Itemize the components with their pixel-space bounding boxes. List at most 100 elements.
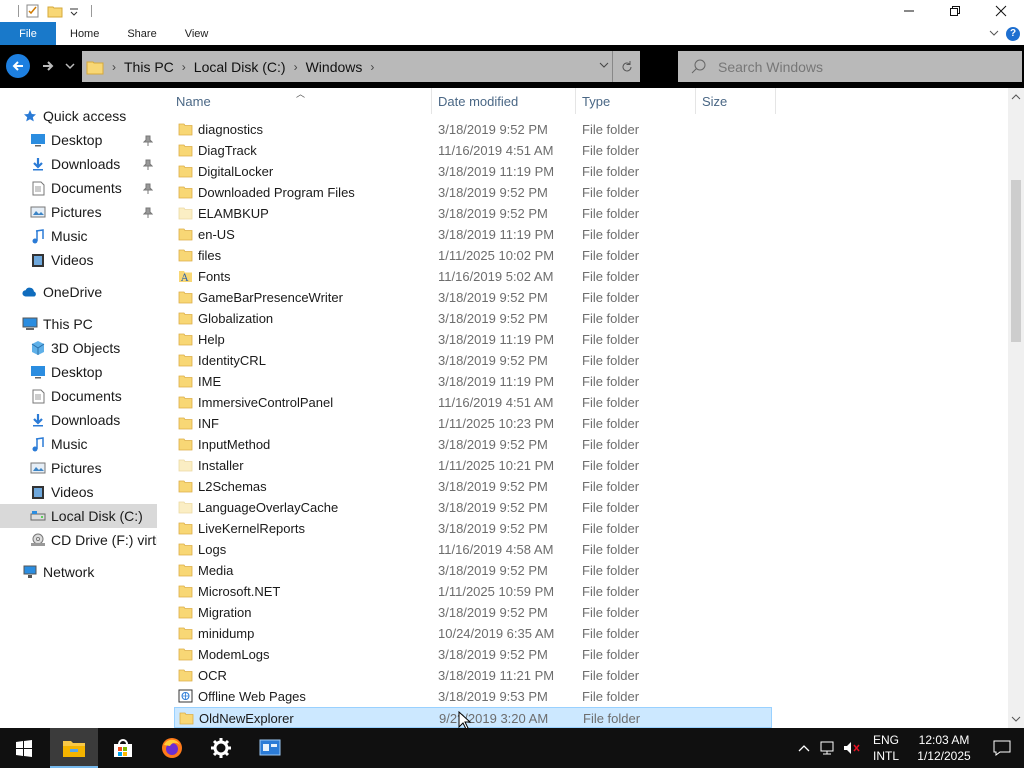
nav-item-pictures[interactable]: Pictures [0,456,157,480]
clock[interactable]: 12:03 AM 1/12/2025 [908,732,980,764]
file-row[interactable]: LiveKernelReports 3/18/2019 9:52 PM File f… [174,518,772,539]
properties-icon[interactable] [25,3,41,19]
taskbar: ENG INTL 12:03 AM 1/12/2025 [0,728,1024,768]
nav-item-music[interactable]: Music [0,224,157,248]
search-input[interactable]: Search Windows [718,59,823,75]
firefox-icon [162,738,182,758]
file-row[interactable]: files 1/11/2025 10:02 PM File folder [174,245,772,266]
file-row[interactable]: LanguageOverlayCache 3/18/2019 9:52 PM Fil… [174,497,772,518]
nav-item-downloads[interactable]: Downloads [0,152,157,176]
action-center-button[interactable] [980,728,1024,768]
tab-home[interactable]: Home [56,22,113,45]
tab-file[interactable]: File [0,22,56,45]
file-row[interactable]: Media 3/18/2019 9:52 PM File folder [174,560,772,581]
file-row[interactable]: Logs 11/16/2019 4:58 AM File folder [174,539,772,560]
file-row[interactable]: ModemLogs 3/18/2019 9:52 PM File folder [174,644,772,665]
start-button[interactable] [0,728,48,768]
file-row[interactable]: L2Schemas 3/18/2019 9:52 PM File folder [174,476,772,497]
taskbar-firefox[interactable] [148,728,196,768]
breadcrumb-this-pc[interactable]: This PC [124,59,174,75]
help-button[interactable]: ? [1006,26,1020,41]
scroll-thumb[interactable] [1011,180,1021,342]
windows-logo-icon [16,740,32,757]
file-row[interactable]: Offline Web Pages 3/18/2019 9:53 PM File f… [174,686,772,707]
file-row[interactable]: DigitalLocker 3/18/2019 11:19 PM File fold… [174,161,772,182]
file-row[interactable]: Help 3/18/2019 11:19 PM File folder [174,329,772,350]
navigation-pane[interactable]: Quick access Desktop Downloads Documents Pic… [0,88,170,728]
breadcrumb-local-disk[interactable]: Local Disk (C:) [194,59,286,75]
column-header-name[interactable]: Name [170,88,432,114]
nav-item-local-disk-c[interactable]: Local Disk (C:) [0,504,157,528]
tab-view[interactable]: View [171,22,223,45]
network-status-button[interactable] [816,728,840,768]
restore-button[interactable] [932,0,978,22]
breadcrumb-windows[interactable]: Windows [306,59,363,75]
store-icon [114,739,132,757]
recent-locations-button[interactable] [62,54,78,78]
language-indicator[interactable]: ENG INTL [868,732,904,764]
file-row[interactable]: Migration 3/18/2019 9:52 PM File folder [174,602,772,623]
expand-ribbon-button[interactable] [988,26,1000,41]
refresh-button[interactable] [612,51,640,82]
toolbar-divider [91,5,92,17]
nav-item-desktop[interactable]: Desktop [0,360,157,384]
title-bar [0,0,1024,22]
nav-item-this-pc[interactable]: This PC [0,312,157,336]
nav-item-onedrive[interactable]: OneDrive [0,280,157,304]
column-header-date-modified[interactable]: Date modified [432,88,576,114]
file-row[interactable]: minidump 10/24/2019 6:35 AM File folder [174,623,772,644]
address-history-button[interactable] [598,59,610,74]
customize-toolbar-icon[interactable] [69,3,85,19]
file-row[interactable]: IdentityCRL 3/18/2019 9:52 PM File folder [174,350,772,371]
nav-item-downloads[interactable]: Downloads [0,408,157,432]
file-row[interactable]: ImmersiveControlPanel 11/16/2019 4:51 AM F… [174,392,772,413]
nav-item-videos[interactable]: Videos [0,248,157,272]
taskbar-store[interactable] [99,728,147,768]
search-box[interactable]: Search Windows [678,51,1022,82]
scroll-up-icon[interactable] [1011,92,1021,102]
file-row[interactable]: ELAMBKUP 3/18/2019 9:52 PM File folder [174,203,772,224]
nav-item-network[interactable]: Network [0,560,157,584]
scroll-down-icon[interactable] [1011,714,1021,724]
nav-item-cd-drive-f-virtio[interactable]: CD Drive (F:) virtio [0,528,157,552]
file-row[interactable]: Microsoft.NET 1/11/2025 10:59 PM File fold… [174,581,772,602]
file-row[interactable]: Downloaded Program Files 3/18/2019 9:52 P… [174,182,772,203]
close-button[interactable] [978,0,1024,22]
file-list[interactable]: ‾‾ diagnostics3/18/2019 9:52 PMFile fold… [170,119,1008,728]
breadcrumb-separator-icon[interactable]: › [370,60,374,74]
file-row[interactable]: Globalization 3/18/2019 9:52 PM File folde… [174,308,772,329]
file-row[interactable]: INF 1/11/2025 10:23 PM File folder [174,413,772,434]
file-row[interactable]: Installer 1/11/2025 10:21 PM File folder [174,455,772,476]
forward-button[interactable] [36,54,60,78]
address-bar[interactable]: › This PC › Local Disk (C:) › Windows › [82,51,640,82]
file-row[interactable]: InputMethod 3/18/2019 9:52 PM File folder [174,434,772,455]
nav-item-music[interactable]: Music [0,432,157,456]
new-folder-icon[interactable] [47,3,63,19]
file-row[interactable]: OldNewExplorer 9/2?/2019 3:20 AM File fold… [174,707,772,728]
file-row[interactable]: en-US 3/18/2019 11:19 PM File folder [174,224,772,245]
tab-share[interactable]: Share [113,22,170,45]
file-row[interactable]: GameBarPresenceWriter 3/18/2019 9:52 PM Fi… [174,287,772,308]
file-row[interactable]: OCR 3/18/2019 11:21 PM File folder [174,665,772,686]
minimize-button[interactable] [886,0,932,22]
nav-item-pictures[interactable]: Pictures [0,200,157,224]
nav-item-3d-objects[interactable]: 3D Objects [0,336,157,360]
taskbar-file-explorer[interactable] [50,728,98,768]
file-row[interactable]: IME 3/18/2019 11:19 PM File folder [174,371,772,392]
file-row[interactable]: DiagTrack 11/16/2019 4:51 AM File folder [174,140,772,161]
column-header-size[interactable]: Size [696,88,776,114]
nav-item-documents[interactable]: Documents [0,384,157,408]
file-row[interactable]: diagnostics 3/18/2019 9:52 PM File folder [174,119,772,140]
back-button[interactable] [6,54,30,78]
nav-item-quick-access[interactable]: Quick access [0,104,157,128]
taskbar-settings[interactable] [197,728,245,768]
nav-item-videos[interactable]: Videos [0,480,157,504]
volume-button[interactable] [840,728,864,768]
nav-item-documents[interactable]: Documents [0,176,157,200]
file-row[interactable]: A Fonts 11/16/2019 5:02 AM File folder [174,266,772,287]
nav-item-desktop[interactable]: Desktop [0,128,157,152]
vertical-scrollbar[interactable] [1008,88,1024,728]
column-header-type[interactable]: Type [576,88,696,114]
show-hidden-icons-button[interactable] [792,728,816,768]
taskbar-control-panel[interactable] [246,728,294,768]
